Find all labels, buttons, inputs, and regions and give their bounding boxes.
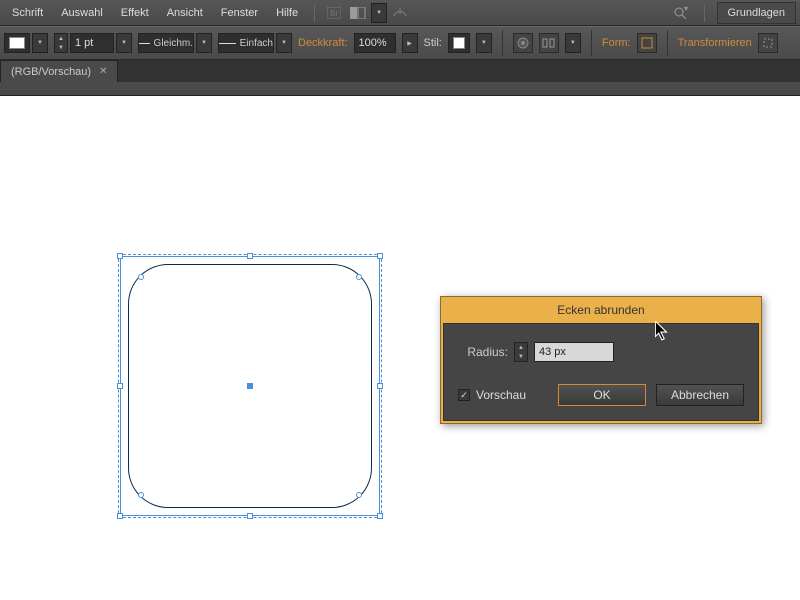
- menubar-separator: [314, 4, 315, 22]
- selection-handle-bl[interactable]: [117, 513, 123, 519]
- corner-anchor-bl[interactable]: [138, 492, 144, 498]
- form-label: Form:: [602, 37, 631, 49]
- stroke-profile-b-label: Einfach: [240, 38, 273, 49]
- stroke-profile-a-label: Gleichm.: [154, 38, 193, 49]
- selection-center: [247, 383, 253, 389]
- opacity-field[interactable]: 100%: [354, 33, 396, 53]
- menubar: Schrift Auswahl Effekt Ansicht Fenster H…: [0, 0, 800, 26]
- stroke-width-stepper[interactable]: ▲▼: [54, 33, 68, 53]
- ok-button[interactable]: OK: [558, 384, 646, 406]
- radius-stepper[interactable]: ▲▼: [514, 342, 528, 362]
- transform-label[interactable]: Transformieren: [678, 37, 752, 49]
- recolor-icon[interactable]: [513, 33, 533, 53]
- document-tab-title: (RGB/Vorschau): [11, 66, 91, 78]
- stroke-width-dropdown[interactable]: ▼: [116, 33, 132, 53]
- selection-handle-tl[interactable]: [117, 253, 123, 259]
- shape-icon[interactable]: [637, 33, 657, 53]
- svg-text:▾: ▾: [684, 6, 688, 13]
- selection-handle-mr[interactable]: [377, 383, 383, 389]
- opacity-dropdown[interactable]: ▶: [402, 33, 418, 53]
- radius-input[interactable]: 43 px: [534, 342, 614, 362]
- fill-swatch[interactable]: [4, 33, 30, 53]
- menubar-separator-right: [704, 4, 705, 22]
- corner-anchor-tl[interactable]: [138, 274, 144, 280]
- corner-anchor-br[interactable]: [356, 492, 362, 498]
- stroke-width-field[interactable]: 1 pt: [70, 33, 114, 53]
- document-tabbar: (RGB/Vorschau) ✕: [0, 60, 800, 82]
- selection-handle-br[interactable]: [377, 513, 383, 519]
- document-tab[interactable]: (RGB/Vorschau) ✕: [0, 60, 118, 82]
- search-icon[interactable]: ▾: [670, 4, 692, 22]
- style-swatch[interactable]: [448, 33, 470, 53]
- menu-effekt[interactable]: Effekt: [113, 3, 157, 23]
- selection-handle-ml[interactable]: [117, 383, 123, 389]
- menu-auswahl[interactable]: Auswahl: [53, 3, 111, 23]
- menu-ansicht[interactable]: Ansicht: [159, 3, 211, 23]
- canvas[interactable]: Ecken abrunden Radius: ▲▼ 43 px ✓ Vorsch…: [0, 95, 800, 600]
- dialog-title: Ecken abrunden: [443, 299, 759, 323]
- radius-label: Radius:: [458, 345, 508, 359]
- toolbar-separator-1: [502, 30, 503, 56]
- round-corners-dialog: Ecken abrunden Radius: ▲▼ 43 px ✓ Vorsch…: [440, 296, 762, 424]
- stroke-profile-b-dropdown[interactable]: ▼: [276, 33, 292, 53]
- selection-handle-tr[interactable]: [377, 253, 383, 259]
- menu-hilfe[interactable]: Hilfe: [268, 3, 306, 23]
- cancel-button[interactable]: Abbrechen: [656, 384, 744, 406]
- sync-icon[interactable]: [389, 4, 411, 22]
- stroke-profile-a-dropdown[interactable]: ▼: [196, 33, 212, 53]
- stroke-profile-b[interactable]: Einfach: [218, 33, 274, 53]
- options-toolbar: ▼ ▲▼ 1 pt ▼ Gleichm. ▼ Einfach ▼ Deckkra…: [0, 26, 800, 60]
- workspace-switcher[interactable]: Grundlagen: [717, 2, 797, 24]
- preview-checkbox[interactable]: ✓ Vorschau: [458, 388, 548, 402]
- menu-fenster[interactable]: Fenster: [213, 3, 266, 23]
- layout-grid-icon[interactable]: [347, 4, 369, 22]
- selection-handle-tc[interactable]: [247, 253, 253, 259]
- toolbar-separator-2: [591, 30, 592, 56]
- layout-dropdown[interactable]: ▼: [371, 3, 387, 23]
- style-label: Stil:: [424, 37, 442, 49]
- checkbox-icon: ✓: [458, 389, 470, 401]
- align-dropdown[interactable]: ▼: [565, 33, 581, 53]
- style-dropdown[interactable]: ▼: [476, 33, 492, 53]
- preview-label: Vorschau: [476, 388, 526, 402]
- toolbar-separator-3: [667, 30, 668, 56]
- selection-bounding-box[interactable]: [120, 256, 380, 516]
- isolate-icon[interactable]: [758, 33, 778, 53]
- close-tab-icon[interactable]: ✕: [99, 66, 107, 77]
- corner-anchor-tr[interactable]: [356, 274, 362, 280]
- menu-schrift[interactable]: Schrift: [4, 3, 51, 23]
- opacity-label: Deckkraft:: [298, 37, 348, 49]
- fill-dropdown[interactable]: ▼: [32, 33, 48, 53]
- stroke-profile-a[interactable]: Gleichm.: [138, 33, 194, 53]
- svg-text:Br: Br: [330, 9, 338, 18]
- bridge-icon[interactable]: Br: [323, 4, 345, 22]
- selection-handle-bc[interactable]: [247, 513, 253, 519]
- align-icon[interactable]: [539, 33, 559, 53]
